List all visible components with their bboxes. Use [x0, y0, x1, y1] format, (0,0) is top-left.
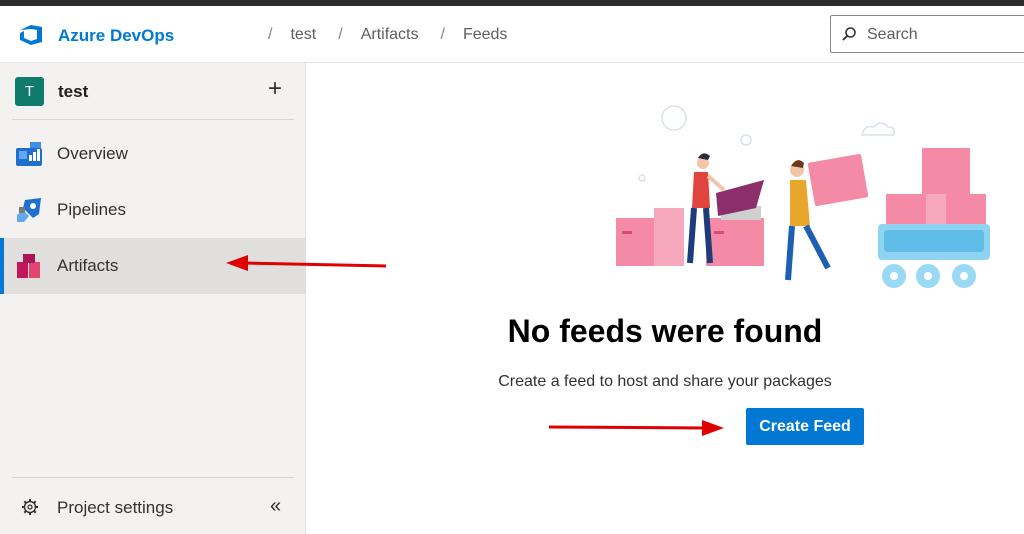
collapse-sidebar-icon[interactable]: « — [270, 495, 281, 518]
breadcrumb: / test / Artifacts / Feeds — [268, 26, 529, 44]
empty-feeds-illustration — [616, 105, 990, 288]
azure-devops-logo-icon[interactable] — [18, 23, 44, 47]
breadcrumb-item-feeds[interactable]: Feeds — [463, 26, 507, 44]
sidebar-item-label: Overview — [57, 144, 128, 163]
create-feed-button[interactable]: Create Feed — [746, 408, 864, 445]
project-name[interactable]: test — [58, 82, 88, 102]
brand-name[interactable]: Azure DevOps — [58, 26, 174, 46]
breadcrumb-item-artifacts[interactable]: Artifacts — [361, 26, 419, 44]
project-settings-label: Project settings — [57, 498, 174, 517]
search-box[interactable] — [830, 15, 1024, 53]
sidebar-item-artifacts[interactable]: Artifacts — [0, 238, 306, 294]
breadcrumb-item-project[interactable]: test — [290, 26, 316, 44]
breadcrumb-separator: / — [338, 26, 343, 43]
add-icon[interactable]: + — [268, 75, 282, 103]
sidebar-item-overview[interactable]: Overview — [0, 126, 306, 182]
search-input[interactable] — [867, 24, 1017, 46]
top-header: Azure DevOps / test / Artifacts / Feeds — [0, 6, 1024, 63]
gear-icon — [22, 499, 38, 515]
empty-state-title: No feeds were found — [507, 313, 823, 349]
sidebar-divider — [12, 119, 294, 120]
main-content: No feeds were found Create a feed to hos… — [306, 63, 1024, 534]
breadcrumb-separator: / — [440, 26, 445, 43]
artifacts-icon — [17, 254, 40, 278]
sidebar-item-pipelines[interactable]: Pipelines — [0, 182, 306, 238]
sidebar-item-label: Pipelines — [57, 200, 126, 219]
sidebar-item-label: Artifacts — [57, 256, 119, 275]
breadcrumb-separator: / — [268, 26, 273, 43]
project-header[interactable]: T test + — [0, 63, 306, 119]
project-avatar: T — [15, 77, 44, 106]
sidebar-divider — [12, 477, 294, 478]
empty-state-subtitle: Create a feed to host and share your pac… — [498, 373, 832, 390]
sidebar: T test + Overview Pipelines Artifacts Pr… — [0, 63, 306, 534]
search-icon — [842, 27, 856, 41]
overview-icon — [16, 142, 42, 166]
project-settings-button[interactable]: Project settings « — [0, 487, 306, 527]
pipelines-icon — [17, 198, 41, 222]
